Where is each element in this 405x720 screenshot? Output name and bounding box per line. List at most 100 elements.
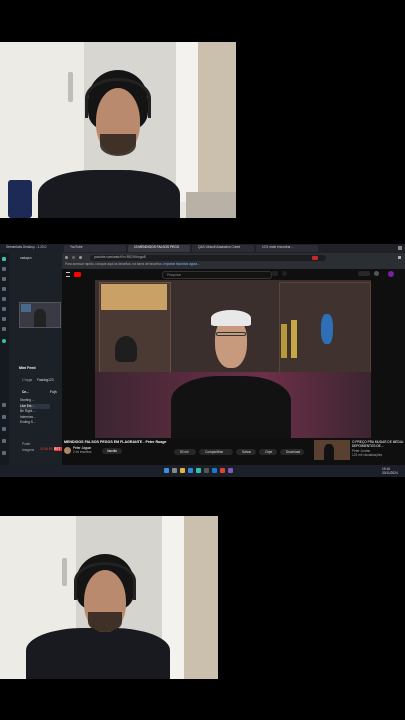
profile-icon[interactable] xyxy=(2,427,6,431)
stats-icon[interactable] xyxy=(2,297,6,301)
video-player[interactable] xyxy=(95,280,371,438)
blue-mug xyxy=(8,180,32,218)
floor xyxy=(186,192,236,218)
obs-preview xyxy=(19,302,61,328)
gear-icon[interactable] xyxy=(2,439,6,443)
headset-band xyxy=(74,562,136,600)
live-time: 01:56:09 xyxy=(40,447,53,451)
share-button[interactable]: Compartilhar xyxy=(199,449,233,455)
mini-feed-title: Mini Feed xyxy=(19,366,36,370)
obs-profile[interactable]: vadapro xyxy=(20,256,60,260)
layout-icon[interactable] xyxy=(2,327,6,331)
app-icon[interactable] xyxy=(228,468,233,473)
tab-youtube[interactable]: YouTube xyxy=(64,245,126,252)
save-button[interactable]: Salvar xyxy=(236,449,256,455)
menu-icon[interactable] xyxy=(398,256,401,259)
start-icon[interactable] xyxy=(164,468,169,473)
highlighter-icon[interactable] xyxy=(2,317,6,321)
video-title: MENDIGOS FALSOS PEGOS EM FLAGRANTE - Pet… xyxy=(64,440,167,444)
subscriber-count: 2 mi inscritos xyxy=(73,450,92,454)
browser-icon[interactable] xyxy=(188,468,193,473)
person-beard xyxy=(100,134,136,156)
back-icon[interactable] xyxy=(65,256,68,259)
youtube-header: Pesquisar xyxy=(62,269,405,279)
streamlabs-icon[interactable] xyxy=(196,468,201,473)
webcam-top xyxy=(0,42,236,218)
tab-video[interactable]: 10 MENDIGOS FALSOS PEGO xyxy=(128,245,190,252)
search-box[interactable]: Pesquisar xyxy=(162,270,272,279)
footer-item: Imagens xyxy=(22,448,35,452)
blue-figure xyxy=(321,314,333,344)
tab-ubisoft[interactable]: Q&S Ubisoft Assassins Creed xyxy=(192,245,254,252)
extension-icon[interactable] xyxy=(312,255,318,260)
webcam-bottom xyxy=(0,516,218,679)
address-bar: youtube.com/watch?v=RICVKfurgo8 xyxy=(62,253,405,262)
screen-capture: Streamlabs Desktop - 1.20.0 vadapro Mini… xyxy=(0,244,405,477)
search-icon[interactable] xyxy=(172,468,177,473)
logout-icon[interactable] xyxy=(2,451,6,455)
download-button[interactable]: Download xyxy=(280,449,304,455)
scenes-label: Ce... xyxy=(22,390,29,394)
headset-band xyxy=(85,78,151,118)
editor-icon[interactable] xyxy=(2,267,6,271)
import-bookmarks-link[interactable]: Importar favoritos agora... xyxy=(163,262,200,266)
mini-feed-user: Fasking123 xyxy=(37,378,54,382)
subscribe-button[interactable]: Inscrito xyxy=(102,448,122,454)
close-window-icon[interactable] xyxy=(398,246,402,250)
prime-icon[interactable] xyxy=(2,339,6,343)
person-shirt xyxy=(38,170,180,218)
shelf-light xyxy=(101,284,167,310)
apps-icon[interactable] xyxy=(2,287,6,291)
door-handle xyxy=(62,558,67,586)
url-input[interactable]: youtube.com/watch?v=RICVKfurgo8 xyxy=(90,254,326,261)
notifications-icon[interactable] xyxy=(374,271,379,276)
sources-label: Fo(h xyxy=(50,390,57,394)
recommended-meta: 123 mil visualizações xyxy=(352,453,383,457)
themes-icon[interactable] xyxy=(2,277,6,281)
alert-box-icon[interactable] xyxy=(2,307,6,311)
scene-item[interactable]: Ending S... xyxy=(20,420,50,426)
trophy-2 xyxy=(291,320,297,358)
person-beard xyxy=(88,612,122,632)
video-info: MENDIGOS FALSOS PEGOS EM FLAGRANTE - Pet… xyxy=(62,440,405,465)
help-icon[interactable] xyxy=(2,403,6,407)
reload-icon[interactable] xyxy=(79,256,82,259)
recommended-thumbnail[interactable] xyxy=(314,440,350,460)
live-button[interactable]: RST xyxy=(54,447,62,451)
host-beanie xyxy=(211,310,251,326)
taskbar-date[interactable]: 20/11/2024 xyxy=(382,471,404,475)
browser-window: YouTube 10 MENDIGOS FALSOS PEGO Q&S Ubis… xyxy=(62,244,405,465)
host-shirt xyxy=(171,376,291,438)
settings-icon[interactable] xyxy=(2,415,6,419)
forward-icon[interactable] xyxy=(72,256,75,259)
like-button[interactable]: 50 mil xyxy=(174,449,196,455)
youtube-logo-icon[interactable] xyxy=(74,271,81,277)
obs-title: Streamlabs Desktop - 1.20.0 xyxy=(6,245,47,249)
bookmark-bar: Para acessar rápido, coloque aqui os fav… xyxy=(62,262,405,269)
mini-feed-filter[interactable]: 1 lvpge xyxy=(22,378,36,382)
store-icon[interactable] xyxy=(204,468,209,473)
menu-hamburger-icon[interactable] xyxy=(66,272,70,277)
person-shirt xyxy=(26,628,170,679)
recommended-title[interactable]: O PREÇO PRA MUDAR DE MEDIA: DEPOIMENTOS … xyxy=(352,440,404,448)
thumb-person xyxy=(324,444,334,460)
tab-search[interactable]: 10 5 onde encontrar ... xyxy=(256,245,318,252)
home-icon[interactable] xyxy=(2,257,6,261)
trophy-1 xyxy=(281,324,287,358)
clip-button[interactable]: Clipe xyxy=(259,449,277,455)
chrome-icon[interactable] xyxy=(220,468,225,473)
explorer-icon[interactable] xyxy=(180,468,185,473)
obs-sidebar xyxy=(0,253,9,465)
avatar[interactable] xyxy=(388,271,394,277)
create-button[interactable] xyxy=(358,271,370,276)
preview-person xyxy=(34,309,46,327)
tab-bar: YouTube 10 MENDIGOS FALSOS PEGO Q&S Ubis… xyxy=(62,244,405,253)
door-handle xyxy=(68,72,73,102)
mic-icon[interactable] xyxy=(282,271,287,276)
preview-screen xyxy=(21,304,31,312)
window-curtain xyxy=(184,516,218,679)
mail-icon[interactable] xyxy=(212,468,217,473)
channel-avatar[interactable] xyxy=(64,447,71,454)
search-icon[interactable] xyxy=(272,271,278,276)
search-input[interactable]: Pesquisar xyxy=(167,273,181,277)
